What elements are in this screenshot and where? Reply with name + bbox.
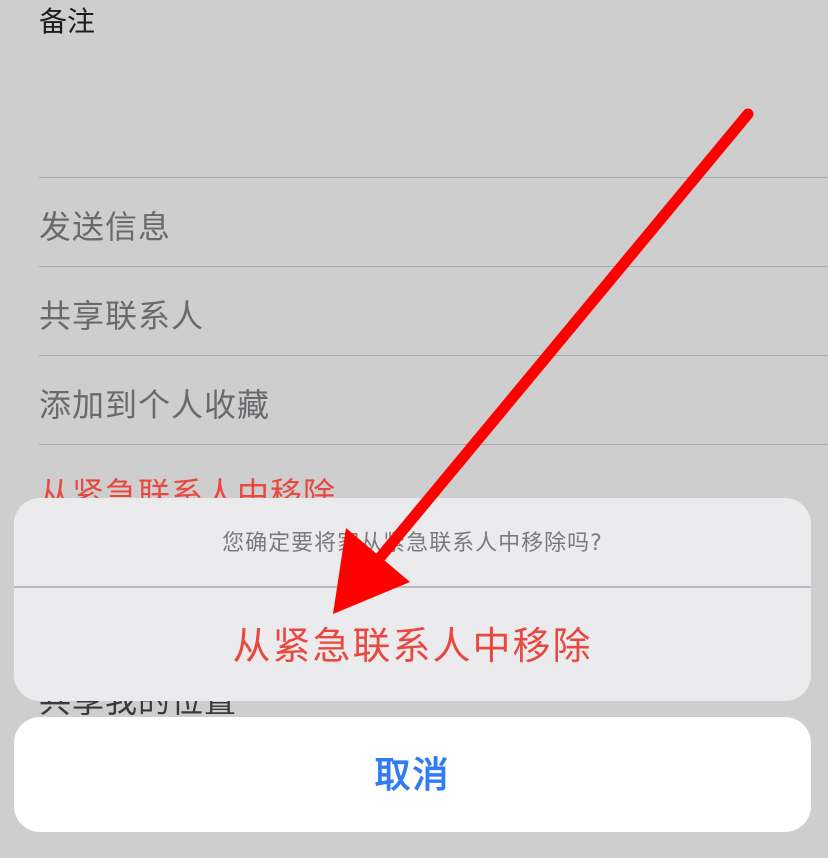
watermark-brand: Bai du 经验 — [612, 781, 782, 814]
red-arrow-icon — [333, 108, 754, 614]
arrow-shaft — [372, 108, 754, 566]
watermark-url: jingyan.baidu.com — [660, 816, 782, 831]
baidu-watermark: Bai du 经验 jingyan.baidu.com — [613, 772, 782, 831]
